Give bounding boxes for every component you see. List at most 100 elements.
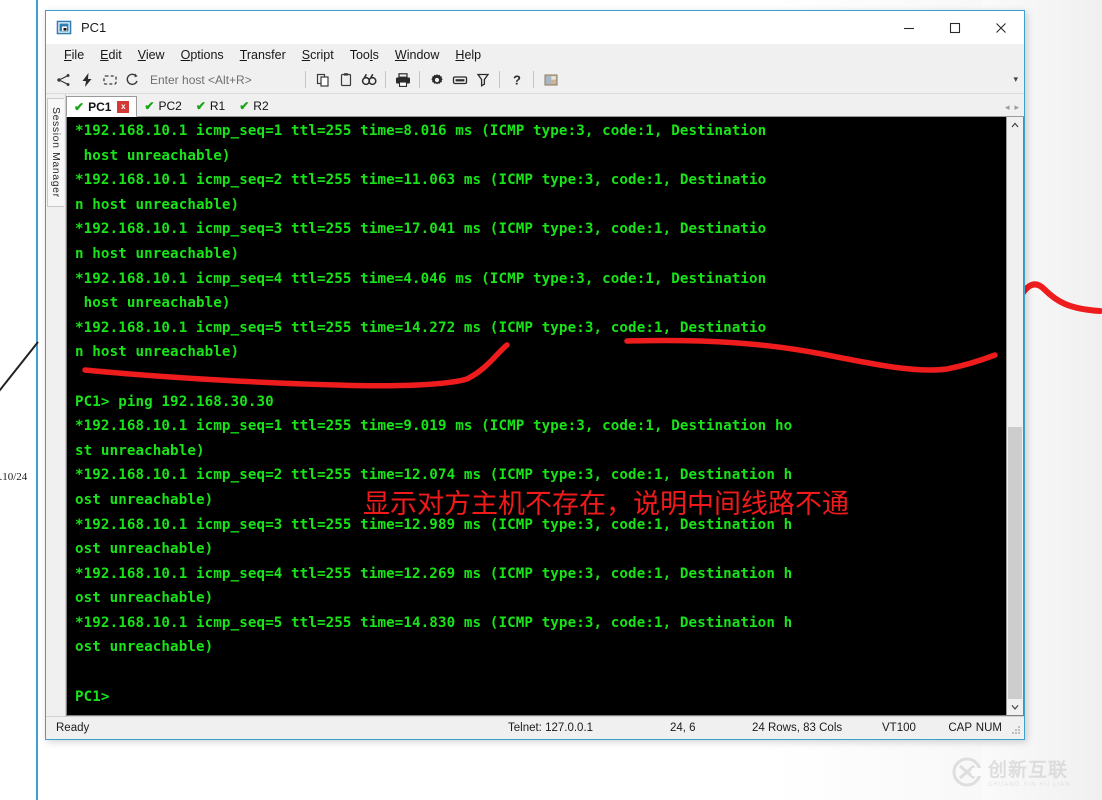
status-cursor-position: 24, 6 (670, 722, 696, 734)
connected-check-icon: ✔ (239, 98, 250, 113)
window-titlebar[interactable]: PC1 (46, 11, 1024, 44)
terminal-scrollbar[interactable] (1006, 117, 1023, 715)
close-button[interactable] (978, 11, 1024, 44)
site-watermark: 创新互联 CHUANG XIN HU LIAN (952, 757, 1071, 792)
terminal-window-icon (55, 19, 73, 37)
status-connection: Telnet: 127.0.0.1 (508, 722, 594, 734)
toolbar-separator (419, 71, 420, 88)
scrollbar-thumb[interactable] (1008, 427, 1022, 699)
toolbar-separator (305, 71, 306, 88)
window-controls (886, 11, 1024, 44)
tab-r2[interactable]: ✔ R2 (232, 95, 276, 116)
terminal-line: *192.168.10.1 icmp_seq=3 ttl=255 time=17… (75, 221, 767, 238)
menu-window[interactable]: Window (387, 46, 447, 64)
scroll-up-icon[interactable] (1007, 117, 1023, 133)
scroll-down-icon[interactable] (1007, 699, 1023, 715)
terminal-line: PC1> ping 192.168.30.30 (75, 393, 274, 410)
quick-connect-icon[interactable] (75, 69, 98, 91)
tab-pc2[interactable]: ✔ PC2 (137, 95, 189, 116)
menu-tools[interactable]: Tools (342, 46, 387, 64)
status-dimensions: 24 Rows, 83 Cols (752, 722, 843, 734)
tab-prev-icon[interactable]: ◂ (1004, 102, 1011, 113)
svg-text:?: ? (513, 72, 521, 87)
minimize-button[interactable] (886, 11, 932, 44)
session-options-icon[interactable] (425, 69, 448, 91)
statusbar: Ready Telnet: 127.0.0.1 24, 6 24 Rows, 8… (46, 716, 1024, 739)
connect-in-tab-icon[interactable] (98, 69, 121, 91)
connected-check-icon: ✔ (144, 98, 155, 113)
watermark-chinese-text: 创新互联 (988, 760, 1069, 781)
terminal-line: *192.168.10.1 icmp_seq=1 ttl=255 time=9.… (75, 418, 793, 435)
terminal-line: st unreachable) (75, 442, 205, 459)
chat-window-icon[interactable] (539, 69, 562, 91)
menu-options[interactable]: Options (173, 46, 232, 64)
toolbar-separator (499, 71, 500, 88)
tab-r1[interactable]: ✔ R1 (188, 95, 233, 116)
reconnect-icon[interactable] (121, 69, 144, 91)
help-icon[interactable]: ? (505, 69, 528, 91)
terminal-line: PC1> (75, 688, 110, 705)
terminal-line: *192.168.10.1 icmp_seq=5 ttl=255 time=14… (75, 614, 793, 631)
tab-close-icon[interactable]: x (117, 100, 130, 113)
status-num-indicator: NUM (975, 722, 1002, 734)
connected-check-icon: ✔ (195, 98, 206, 113)
menu-view[interactable]: View (130, 46, 173, 64)
tab-pc1[interactable]: ✔ PC1 x (66, 96, 138, 117)
menu-file[interactable]: File (56, 46, 92, 64)
terminal-line: *192.168.10.1 icmp_seq=3 ttl=255 time=12… (75, 516, 793, 533)
terminal-line: *192.168.10.1 icmp_seq=5 ttl=255 time=14… (75, 319, 767, 336)
menu-help[interactable]: Help (447, 46, 489, 64)
tab-label: R1 (209, 98, 226, 113)
session-tabstrip: ✔ PC1 x ✔ PC2 ✔ R1 ✔ R2 ◂ ▸ (66, 94, 1024, 117)
window-body: Session Manager ✔ PC1 x ✔ PC2 ✔ R1 ✔ R2 … (46, 94, 1024, 716)
terminal-line: *192.168.10.1 icmp_seq=2 ttl=255 time=11… (75, 172, 767, 189)
menu-transfer[interactable]: Transfer (232, 46, 294, 64)
keymap-editor-icon[interactable] (448, 69, 471, 91)
window-title: PC1 (81, 20, 107, 35)
connected-check-icon: ✔ (74, 99, 85, 114)
copy-icon[interactable] (311, 69, 334, 91)
filter-icon[interactable] (471, 69, 494, 91)
resize-grip-icon[interactable] (1011, 725, 1021, 737)
session-manager-rail: Session Manager (46, 94, 66, 716)
terminal-content-column: ✔ PC1 x ✔ PC2 ✔ R1 ✔ R2 ◂ ▸ *192.168.10.… (66, 94, 1024, 716)
print-icon[interactable] (391, 69, 414, 91)
terminal-line: n host unreachable) (75, 245, 240, 262)
menubar: File Edit View Options Transfer Script T… (46, 44, 1024, 66)
status-ready: Ready (56, 722, 90, 734)
topology-ip-label: 0.10/24 (0, 471, 28, 483)
paste-icon[interactable] (334, 69, 357, 91)
menu-script[interactable]: Script (294, 46, 342, 64)
securecrt-window: PC1 File Edit View Options Transfer Scri… (45, 10, 1025, 740)
toolbar-separator (533, 71, 534, 88)
maximize-button[interactable] (932, 11, 978, 44)
find-icon[interactable] (357, 69, 380, 91)
tabstrip-navigation: ◂ ▸ (1004, 102, 1020, 113)
terminal-line: ost unreachable) (75, 541, 214, 558)
terminal-line: ost unreachable) (75, 590, 214, 607)
terminal-line: *192.168.10.1 icmp_seq=1 ttl=255 time=8.… (75, 123, 767, 139)
tab-label: R2 (253, 98, 269, 113)
watermark-logo-icon (952, 757, 983, 792)
terminal-line: n host unreachable) (75, 196, 240, 213)
status-emulation: VT100 (882, 722, 916, 734)
terminal-line: *192.168.10.1 icmp_seq=4 ttl=255 time=12… (75, 565, 793, 582)
tab-label: PC1 (88, 99, 112, 114)
terminal-line: ost unreachable) (75, 639, 214, 656)
terminal-line: ost unreachable) (75, 491, 214, 508)
menu-edit[interactable]: Edit (92, 46, 130, 64)
watermark-pinyin-text: CHUANG XIN HU LIAN (988, 782, 1071, 788)
toolbar: Enter host <Alt+R> ? ▾ (46, 66, 1024, 94)
connect-icon[interactable] (52, 69, 75, 91)
session-manager-tab[interactable]: Session Manager (47, 98, 64, 207)
tab-label: PC2 (158, 98, 182, 113)
terminal-line: *192.168.10.1 icmp_seq=4 ttl=255 time=4.… (75, 270, 767, 287)
terminal-output[interactable]: *192.168.10.1 icmp_seq=1 ttl=255 time=8.… (67, 117, 1006, 715)
toolbar-overflow-button[interactable]: ▾ (1013, 74, 1018, 85)
terminal-line: *192.168.10.1 icmp_seq=2 ttl=255 time=12… (75, 467, 793, 484)
terminal-area: *192.168.10.1 icmp_seq=1 ttl=255 time=8.… (66, 117, 1024, 716)
tab-next-icon[interactable]: ▸ (1013, 102, 1020, 113)
host-input[interactable]: Enter host <Alt+R> (144, 73, 300, 87)
